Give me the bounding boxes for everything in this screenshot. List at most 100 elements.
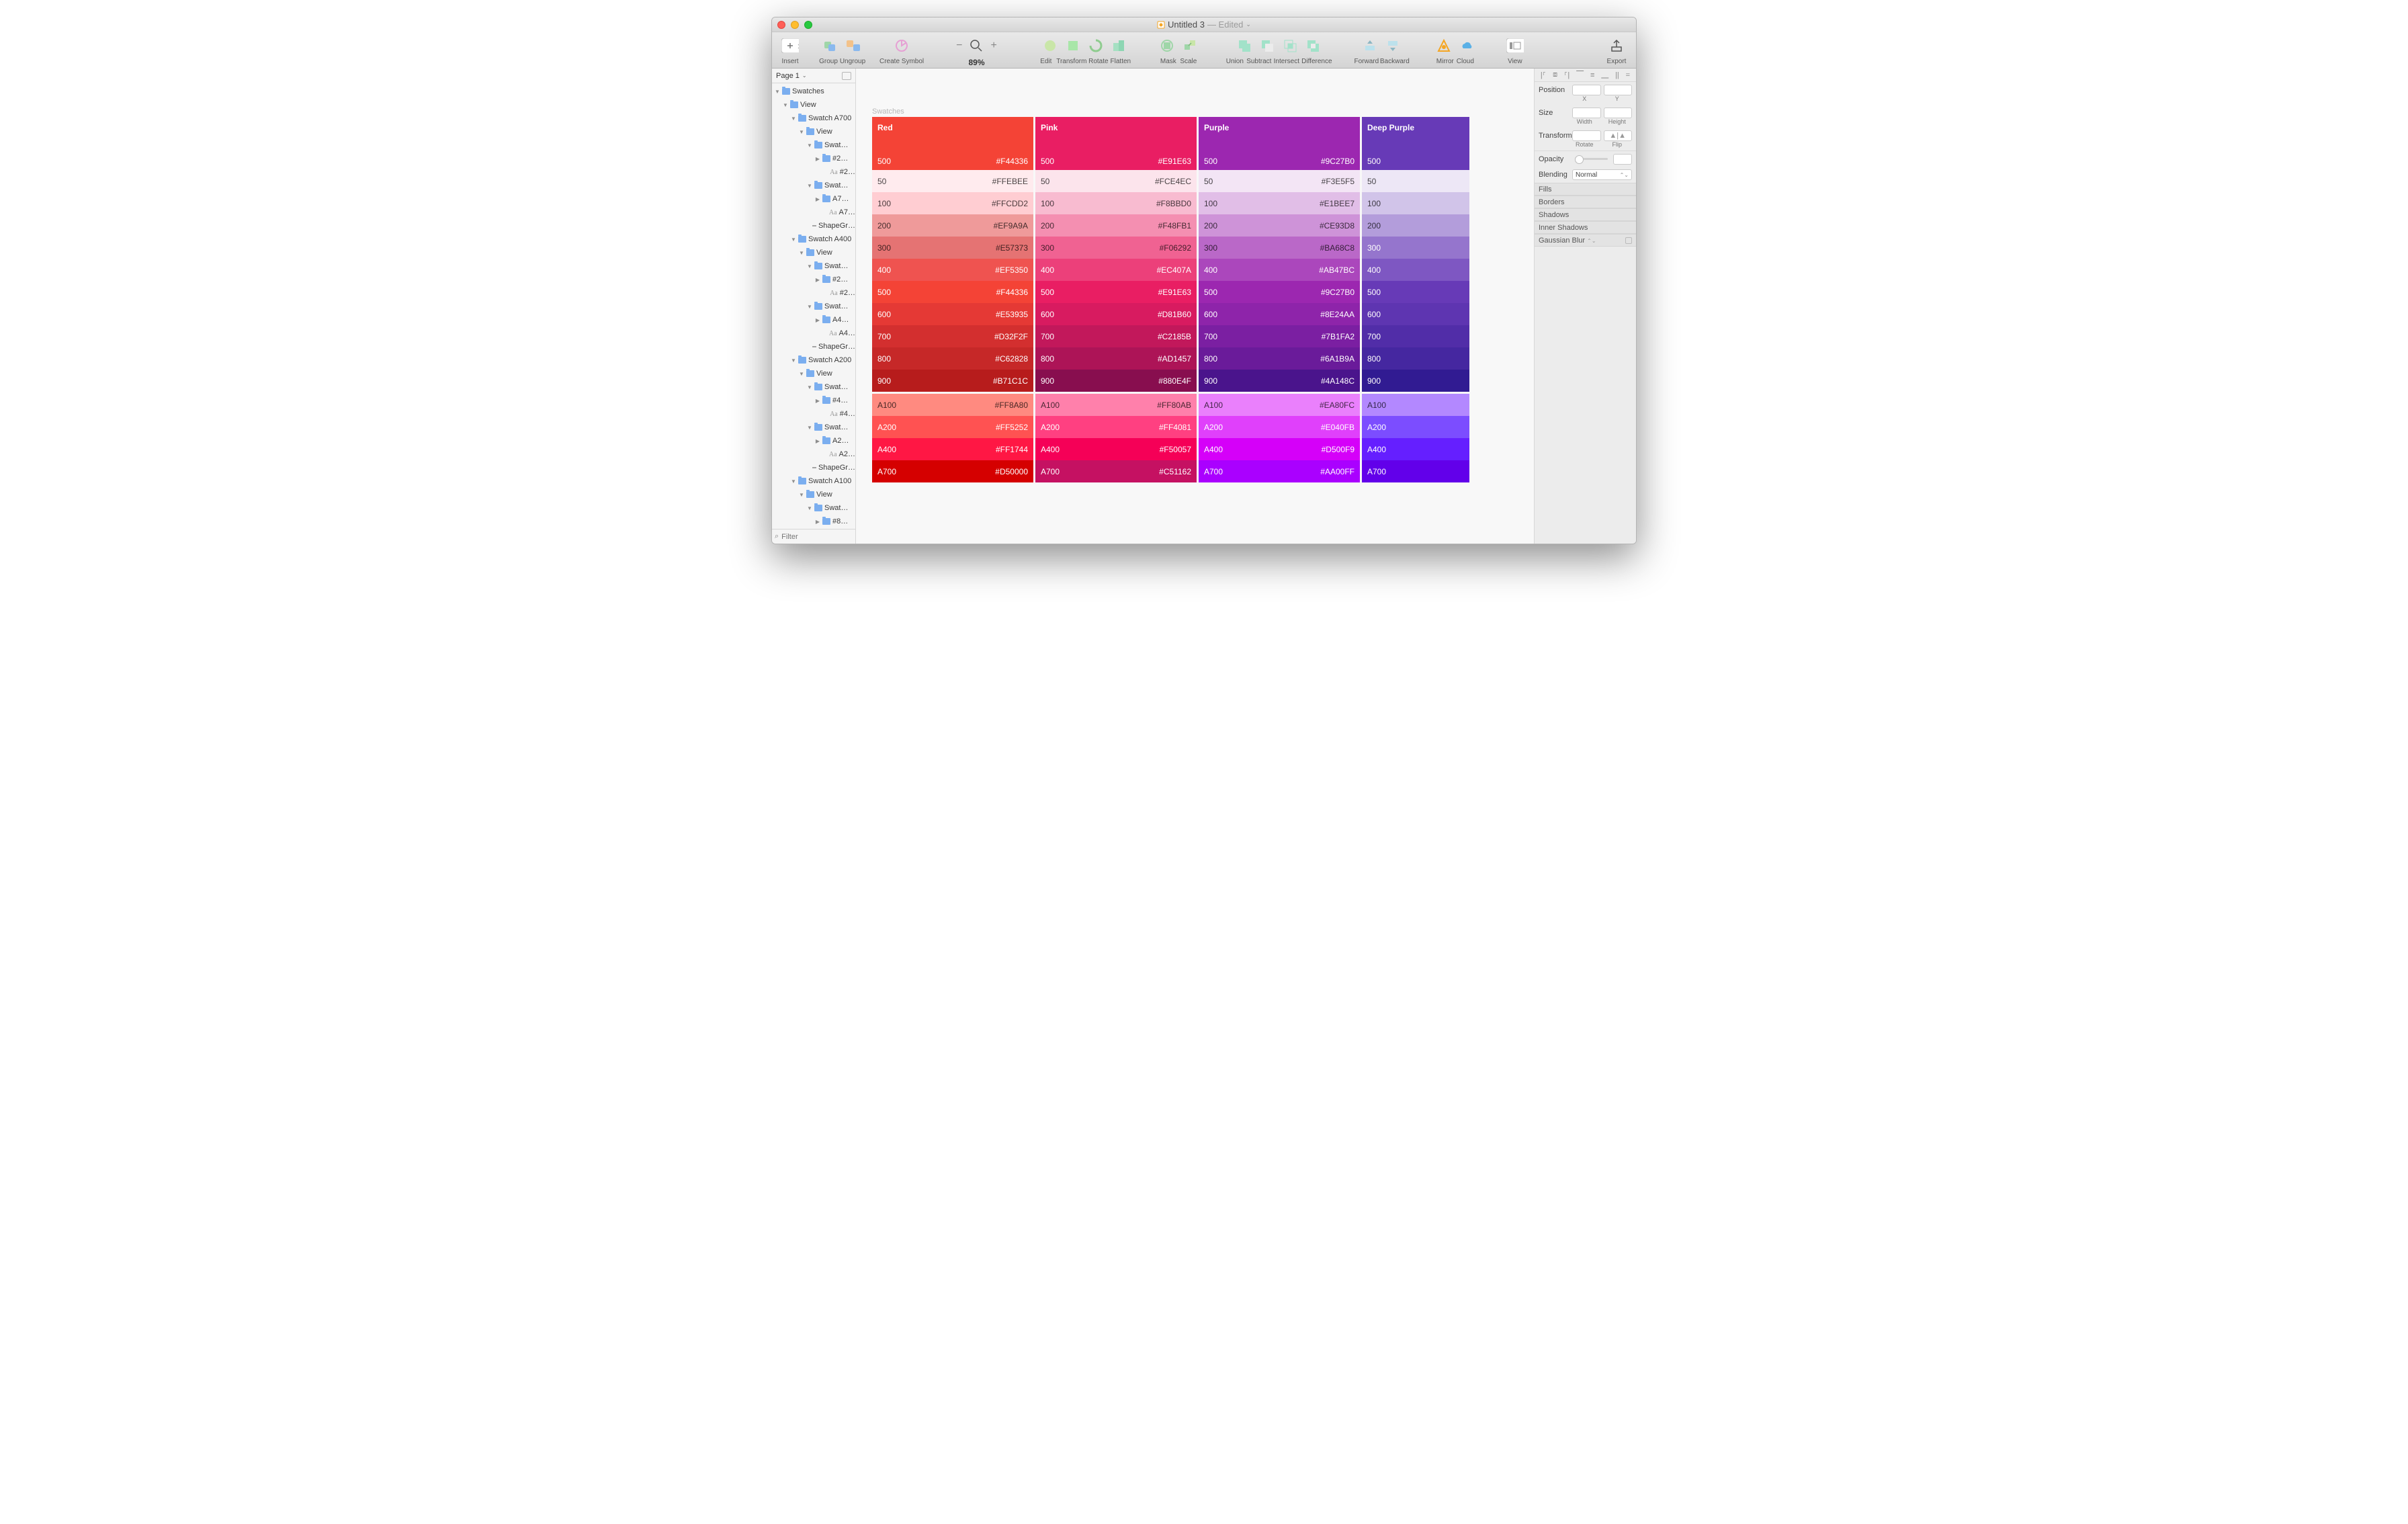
swatch-cell[interactable]: 400#EC407A: [1035, 259, 1197, 281]
disclosure-icon[interactable]: ▼: [799, 250, 804, 256]
swatch-cell[interactable]: 50#FCE4EC: [1035, 170, 1197, 192]
swatch-cell[interactable]: A700#C51162: [1035, 460, 1197, 482]
layer-row[interactable]: ▼Swatch A400: [772, 232, 855, 246]
disclosure-icon[interactable]: ▶: [815, 277, 820, 283]
layer-row[interactable]: ▶#2…: [772, 152, 855, 165]
swatch-cell[interactable]: A100#FF80AB: [1035, 394, 1197, 416]
swatch-cell[interactable]: 500#9C27B0: [1199, 281, 1360, 303]
layer-row[interactable]: ▼Swatches: [772, 85, 855, 98]
color-header[interactable]: Red500#F44336: [872, 117, 1033, 170]
layer-row[interactable]: ▶#8…: [772, 515, 855, 528]
page-selector[interactable]: Page 1⌄: [772, 69, 855, 83]
swatch-cell[interactable]: 200#EF9A9A: [872, 214, 1033, 237]
disclosure-icon[interactable]: ▶: [815, 196, 820, 202]
layer-row[interactable]: AaA7…: [772, 206, 855, 219]
color-header[interactable]: Purple500#9C27B0: [1199, 117, 1360, 170]
disclosure-icon[interactable]: ▶: [815, 156, 820, 162]
swatch-cell[interactable]: A700#D50000: [872, 460, 1033, 482]
layer-row[interactable]: ▼Swat…: [772, 300, 855, 313]
layer-row[interactable]: Aa#4…: [772, 407, 855, 421]
swatch-cell[interactable]: A100#EA80FC: [1199, 394, 1360, 416]
mask-button[interactable]: [1158, 37, 1176, 54]
disclosure-icon[interactable]: ▶: [815, 519, 820, 525]
disclosure-icon[interactable]: ▶: [815, 317, 820, 323]
layer-row[interactable]: ▼Swat…: [772, 380, 855, 394]
swatch-cell[interactable]: A400: [1362, 438, 1469, 460]
align-right-icon[interactable]: ⸀|: [1564, 70, 1570, 80]
swatch-cell[interactable]: 200: [1362, 214, 1469, 237]
swatch-cell[interactable]: 300#BA68C8: [1199, 237, 1360, 259]
swatch-cell[interactable]: A400#D500F9: [1199, 438, 1360, 460]
disclosure-icon[interactable]: ▼: [791, 357, 796, 364]
distribute-v-icon[interactable]: =: [1626, 71, 1630, 79]
forward-button[interactable]: [1361, 37, 1379, 54]
disclosure-icon[interactable]: ▼: [807, 142, 812, 149]
align-bottom-icon[interactable]: ⎽: [1601, 71, 1608, 79]
blend-select[interactable]: Normal⌃⌄: [1572, 169, 1632, 180]
zoom-icon[interactable]: [968, 37, 985, 54]
disclosure-icon[interactable]: ▼: [807, 263, 812, 269]
layer-row[interactable]: ▶A2…: [772, 434, 855, 448]
rotate-input[interactable]: [1572, 130, 1601, 141]
swatch-cell[interactable]: 50: [1362, 170, 1469, 192]
swatch-cell[interactable]: A700#AA00FF: [1199, 460, 1360, 482]
layer-row[interactable]: ▼Swatch A200: [772, 353, 855, 367]
layer-row[interactable]: AaA2…: [772, 448, 855, 461]
layer-row[interactable]: AaA4…: [772, 327, 855, 340]
swatch-cell[interactable]: 400: [1362, 259, 1469, 281]
artboard-label[interactable]: Swatches: [872, 108, 904, 116]
swatch-cell[interactable]: A200#FF5252: [872, 416, 1033, 438]
rotate-button[interactable]: [1087, 37, 1105, 54]
zoom-in-button[interactable]: +: [990, 40, 996, 52]
layer-row[interactable]: ▼Swat…: [772, 179, 855, 192]
swatch-cell[interactable]: 100: [1362, 192, 1469, 214]
swatch-cell[interactable]: 800#AD1457: [1035, 347, 1197, 370]
swatch-cell[interactable]: 600: [1362, 303, 1469, 325]
opacity-slider[interactable]: [1575, 158, 1608, 160]
layer-list[interactable]: ▼Swatches▼View▼Swatch A700▼View▼Swat…▶#2…: [772, 83, 855, 529]
swatch-cell[interactable]: 100#F8BBD0: [1035, 192, 1197, 214]
swatch-cell[interactable]: 500#E91E63: [1035, 281, 1197, 303]
mirror-button[interactable]: [1435, 37, 1453, 54]
disclosure-icon[interactable]: ▼: [807, 304, 812, 310]
swatch-cell[interactable]: 200#CE93D8: [1199, 214, 1360, 237]
flip-control[interactable]: ▲|▲: [1604, 130, 1633, 141]
swatch-cell[interactable]: 500: [1362, 281, 1469, 303]
swatch-cell[interactable]: 100#FFCDD2: [872, 192, 1033, 214]
borders-section[interactable]: Borders: [1535, 196, 1636, 208]
swatch-cell[interactable]: 900#880E4F: [1035, 370, 1197, 392]
height-input[interactable]: [1604, 108, 1633, 118]
subtract-button[interactable]: [1258, 37, 1276, 54]
layer-row[interactable]: ▼View: [772, 488, 855, 501]
swatch-cell[interactable]: 800: [1362, 347, 1469, 370]
swatch-cell[interactable]: A700: [1362, 460, 1469, 482]
page-list-icon[interactable]: [842, 72, 851, 80]
swatch-cell[interactable]: 500#F44336: [872, 281, 1033, 303]
disclosure-icon[interactable]: ▼: [791, 478, 796, 484]
layer-row[interactable]: ▼View: [772, 367, 855, 380]
disclosure-icon[interactable]: ▼: [783, 102, 788, 108]
disclosure-icon[interactable]: ▼: [799, 129, 804, 135]
swatch-cell[interactable]: 400#EF5350: [872, 259, 1033, 281]
layer-row[interactable]: ▶#2…: [772, 273, 855, 286]
export-button[interactable]: [1608, 37, 1625, 54]
union-button[interactable]: [1236, 37, 1253, 54]
blur-checkbox[interactable]: [1625, 237, 1632, 244]
create-symbol-button[interactable]: [893, 37, 910, 54]
swatch-cell[interactable]: 600#8E24AA: [1199, 303, 1360, 325]
layer-row[interactable]: ▼Swat…: [772, 259, 855, 273]
swatch-cell[interactable]: 300#E57373: [872, 237, 1033, 259]
disclosure-icon[interactable]: ▼: [807, 183, 812, 189]
layer-row[interactable]: ▼Swat…: [772, 138, 855, 152]
canvas[interactable]: Swatches Red500#F4433650#FFEBEE100#FFCDD…: [856, 69, 1534, 544]
swatch-cell[interactable]: 700#7B1FA2: [1199, 325, 1360, 347]
layer-row[interactable]: ▼Swatch A100: [772, 474, 855, 488]
swatch-cell[interactable]: 400#AB47BC: [1199, 259, 1360, 281]
swatch-cell[interactable]: A100#FF8A80: [872, 394, 1033, 416]
fills-section[interactable]: Fills: [1535, 183, 1636, 196]
disclosure-icon[interactable]: ▼: [799, 492, 804, 498]
layer-row[interactable]: ▼Swat…: [772, 501, 855, 515]
layer-row[interactable]: ▶A4…: [772, 313, 855, 327]
swatch-cell[interactable]: A200#E040FB: [1199, 416, 1360, 438]
layer-row[interactable]: Aa#2…: [772, 165, 855, 179]
